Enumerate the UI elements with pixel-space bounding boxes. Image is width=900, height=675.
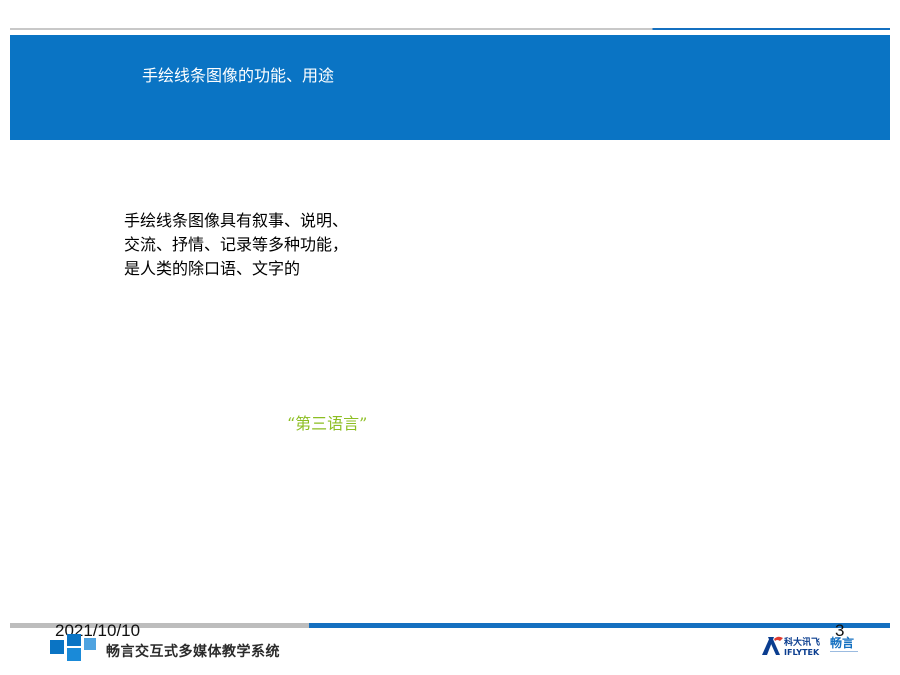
svg-text:科大讯飞: 科大讯飞 — [784, 636, 820, 648]
slide-title: 手绘线条图像的功能、用途 — [142, 66, 335, 85]
bottom-divider — [10, 623, 890, 628]
body-paragraph: 手绘线条图像具有叙事、说明、 交流、抒情、记录等多种功能， 是人类的除口语、文字… — [124, 209, 384, 281]
svg-text:畅言: 畅言 — [830, 635, 854, 650]
svg-text:IFLYTEK: IFLYTEK — [784, 648, 820, 657]
system-name: 畅言交互式多媒体教学系统 — [106, 644, 280, 660]
squares-logo-icon — [50, 634, 96, 661]
body-line: 是人类的除口语、文字的 — [124, 259, 301, 278]
body-line: 交流、抒情、记录等多种功能， — [124, 235, 349, 254]
highlight-phrase: “第三语言” — [287, 414, 368, 433]
iflytek-logo-icon: 科大讯飞 IFLYTEK 畅言 — [762, 635, 858, 657]
body-line: 手绘线条图像具有叙事、说明、 — [124, 211, 349, 230]
title-banner — [10, 35, 890, 140]
top-divider — [10, 28, 890, 30]
